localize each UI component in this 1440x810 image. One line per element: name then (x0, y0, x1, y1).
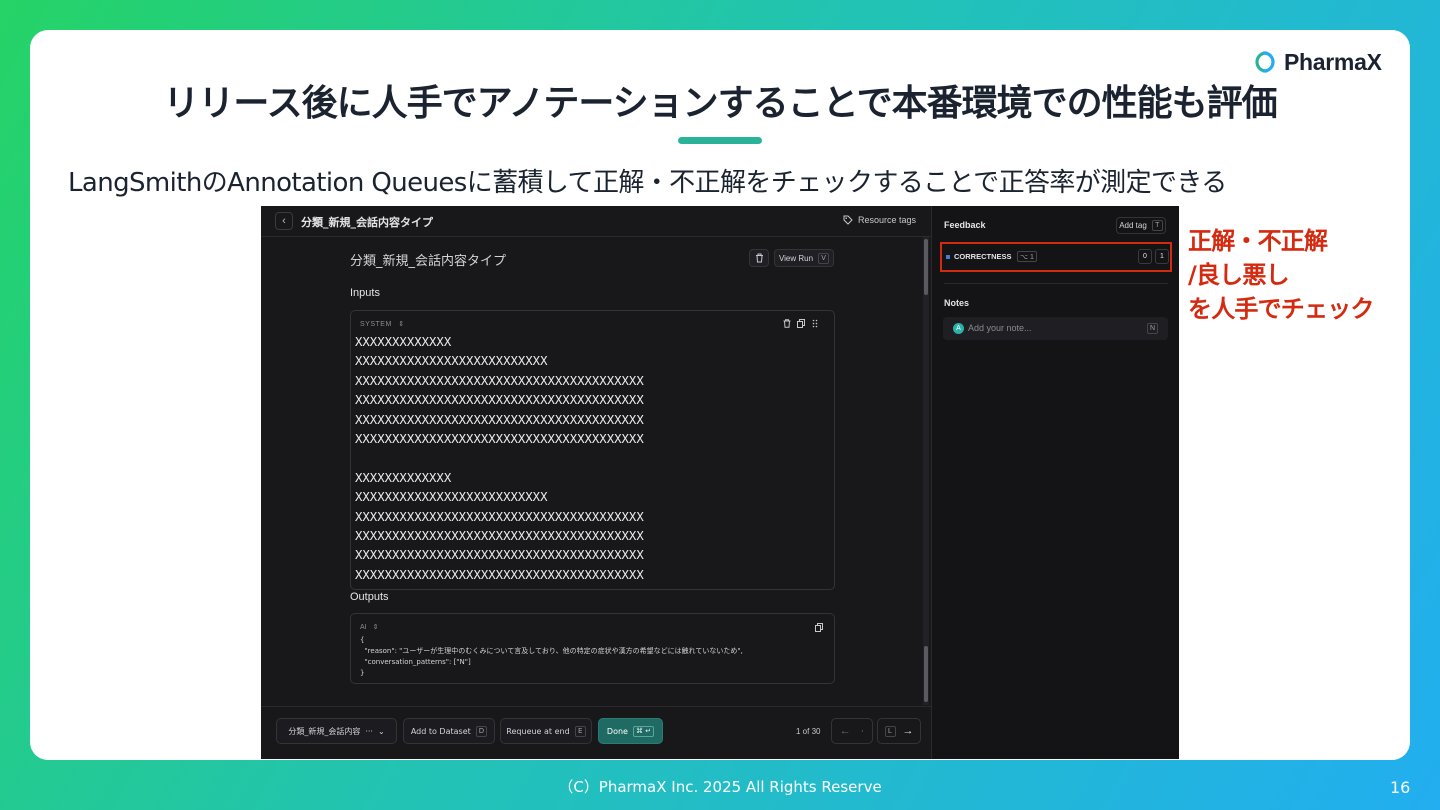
prev-next-disabled-group: ← · (831, 718, 873, 744)
trash-icon (755, 253, 763, 263)
queue-select-value: 分類_新規_会話内容 (288, 726, 361, 736)
scrollbar[interactable] (923, 237, 929, 705)
trash-icon[interactable] (783, 319, 791, 328)
copy-icon[interactable] (797, 319, 805, 328)
message-role-selector[interactable]: SYSTEM ⇕ (360, 320, 405, 328)
avatar: A (953, 323, 964, 334)
chevron-down-icon: ⌄ (377, 726, 385, 736)
view-run-button[interactable]: View Run V (774, 249, 834, 267)
run-name: 分類_新規_会話内容タイプ (350, 254, 507, 269)
page-number: 16 (1390, 778, 1411, 797)
note-input[interactable]: A Add your note... N (943, 317, 1168, 340)
bottom-action-bar: 分類_新規_会話内容 ··· ⌄ Add to Dataset D Requeu… (261, 706, 931, 759)
top-bar: ‹ 分類_新規_会話内容タイプ Resource tags (261, 206, 931, 237)
outputs-label: Outputs (350, 591, 389, 603)
criterion-shortcut: ⌥ 1 (1017, 251, 1037, 262)
ellipsis-icon: ··· (365, 726, 373, 736)
input-message-box: SYSTEM ⇕ XXXXXXXXXXXXX XXXXXXXXXXXXXXXXX… (350, 310, 835, 590)
add-tag-label: Add tag (1119, 221, 1147, 230)
tag-icon (843, 215, 853, 225)
add-to-dataset-button[interactable]: Add to Dataset D (403, 718, 495, 744)
chevron-updown-icon: ⇕ (398, 321, 405, 328)
ai-role-label: AI (360, 624, 367, 631)
input-box-actions (783, 319, 819, 328)
requeue-label: Requeue at end (506, 726, 570, 736)
requeue-button[interactable]: Requeue at end E (500, 718, 592, 744)
logo-text: PharmaX (1284, 48, 1382, 75)
queue-select[interactable]: 分類_新規_会話内容 ··· ⌄ (276, 718, 397, 744)
add-to-dataset-shortcut: D (475, 725, 488, 737)
done-shortcut: ⌘ ↵ (632, 725, 655, 737)
resource-tags-button[interactable]: Resource tags (843, 215, 916, 225)
feedback-title: Feedback (944, 220, 986, 230)
slide-title: リリース後に人手でアノテーションすることで本番環境での性能も評価 (163, 83, 1277, 124)
view-run-shortcut: V (818, 252, 830, 264)
scrollbar-thumb[interactable] (924, 646, 928, 702)
callout-annotation: 正解・不正解 /良し悪し を人手でチェック (1188, 224, 1428, 326)
note-placeholder: Add your note... (968, 323, 1032, 333)
score-1-button[interactable]: 1 (1155, 249, 1169, 264)
delete-run-button[interactable] (749, 249, 769, 267)
done-button[interactable]: Done ⌘ ↵ (598, 718, 663, 744)
done-label: Done (606, 726, 628, 736)
correctness-criterion: CORRECTNESS ⌥ 1 0 1 (940, 242, 1172, 272)
footer-copyright: （C）PharmaX Inc. 2025 All Rights Reserve (558, 778, 882, 796)
queue-title: 分類_新規_会話内容タイプ (301, 216, 433, 229)
note-shortcut: N (1147, 323, 1159, 334)
requeue-shortcut: E (574, 725, 586, 737)
drag-handle-icon[interactable] (811, 319, 819, 328)
view-run-label: View Run (778, 253, 814, 263)
add-tag-shortcut: T (1151, 220, 1163, 231)
notes-title: Notes (944, 298, 970, 308)
slide-subtitle: LangSmithのAnnotation Queuesに蓄積して正解・不正解をチ… (68, 168, 1227, 198)
add-to-dataset-label: Add to Dataset (410, 726, 471, 736)
arrow-left-icon: ← (839, 725, 851, 737)
criterion-color-dot (946, 255, 950, 259)
message-role-selector[interactable]: AI ⇕ (360, 623, 378, 631)
list-shortcut: L (884, 725, 896, 737)
callout-line: 正解・不正解 (1188, 227, 1328, 255)
next-button[interactable]: L → (877, 718, 921, 744)
resource-tags-label: Resource tags (858, 215, 917, 225)
arrow-right-disabled-icon: · (860, 725, 865, 737)
callout-line: /良し悪し (1188, 261, 1290, 289)
output-message-box: AI ⇕ { "reason": "ユーザーが生理中のむくみについて言及しており… (350, 613, 835, 684)
title-underline (678, 137, 762, 144)
output-message-text: { "reason": "ユーザーが生理中のむくみについて言及しており、他の特定… (360, 636, 743, 677)
feedback-pane: Feedback Add tag T CORRECTNESS ⌥ 1 0 1 N… (931, 206, 1179, 759)
add-tag-button[interactable]: Add tag T (1116, 217, 1166, 234)
criterion-name: CORRECTNESS (954, 252, 1012, 261)
scrollbar-thumb[interactable] (924, 239, 928, 295)
page-count: 1 of 30 (796, 727, 821, 736)
chevron-left-icon: ‹ (282, 215, 286, 227)
langsmith-screenshot: ‹ 分類_新規_会話内容タイプ Resource tags 分類_新規_会話内容… (261, 206, 1179, 759)
copy-icon[interactable] (815, 623, 823, 632)
input-message-text: XXXXXXXXXXXXX XXXXXXXXXXXXXXXXXXXXXXXXXX… (355, 335, 644, 582)
pharmax-logo-icon (1255, 51, 1275, 73)
inputs-label: Inputs (350, 287, 380, 299)
chevron-updown-icon: ⇕ (372, 624, 379, 631)
system-role-label: SYSTEM (360, 321, 392, 328)
score-0-button[interactable]: 0 (1138, 249, 1152, 264)
pharmax-logo: PharmaX (1248, 48, 1382, 76)
annotation-main-pane: ‹ 分類_新規_会話内容タイプ Resource tags 分類_新規_会話内容… (261, 206, 931, 759)
back-button[interactable]: ‹ (275, 212, 293, 230)
callout-line: を人手でチェック (1188, 295, 1374, 323)
arrow-right-icon: → (902, 725, 914, 737)
divider (944, 283, 1168, 284)
